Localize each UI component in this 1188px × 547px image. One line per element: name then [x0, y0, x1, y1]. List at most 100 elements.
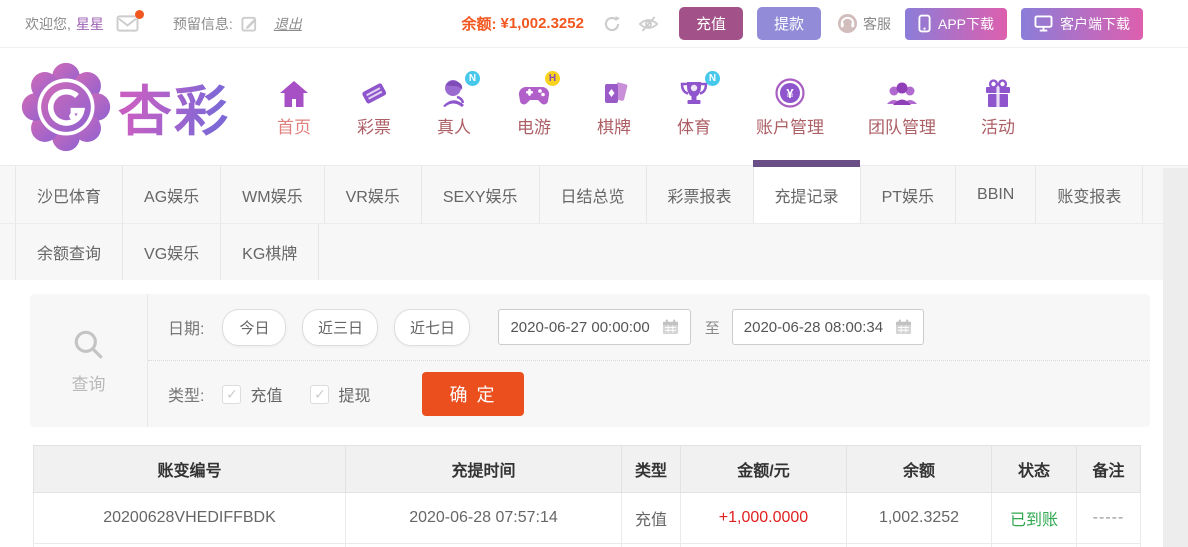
balance-value: ¥1,002.3252 — [500, 15, 584, 32]
badge-n: N — [705, 71, 720, 86]
edit-icon[interactable] — [241, 15, 258, 32]
col-balance: 余额 — [846, 445, 992, 493]
logout-link[interactable]: 退出 — [274, 14, 302, 34]
nav-account[interactable]: ¥ 账户管理 — [752, 75, 828, 138]
nav-activity[interactable]: 活动 — [976, 75, 1020, 138]
tab-vg[interactable]: VG娱乐 — [122, 224, 220, 280]
live-person-icon: N — [436, 71, 480, 109]
username-link[interactable]: 星星 — [76, 14, 104, 34]
client-download-button[interactable]: 客户端下载 — [1021, 7, 1143, 40]
nav-egames[interactable]: H 电游 — [512, 71, 560, 138]
nav-activity-label: 活动 — [981, 118, 1015, 137]
nav-lottery[interactable]: 彩票 — [352, 75, 396, 138]
tab-vr[interactable]: VR娱乐 — [323, 166, 421, 223]
tab-sexy[interactable]: SEXY娱乐 — [420, 166, 539, 223]
coin-icon: ¥ — [772, 75, 808, 109]
cell-change-id: 20200628VHEDIFFBDK — [33, 492, 346, 544]
app-download-label: APP下载 — [937, 15, 994, 32]
refresh-icon[interactable] — [602, 14, 622, 34]
cell-status: 已到账 — [991, 492, 1077, 544]
topbar-actions: 余额: ¥1,002.3252 充值 提款 客服 APP下载 客户端下载 — [462, 7, 1143, 40]
date-to-input[interactable]: 2020-06-28 08:00:34 — [731, 309, 925, 345]
ticket-icon — [356, 75, 392, 109]
cell-amount: +1,000.0000 — [680, 492, 847, 544]
tab-row-2: 余额查询 VG娱乐 KG棋牌 — [0, 223, 1188, 280]
app-download-button[interactable]: APP下载 — [904, 7, 1007, 40]
cell-balance: 1,002.3252 — [846, 492, 992, 544]
date-filter-row: 日期: 今日 近三日 近七日 2020-06-27 00:00:00 至 202… — [148, 294, 1150, 361]
tab-daily-summary[interactable]: 日结总览 — [538, 166, 646, 223]
nav-sports[interactable]: N 体育 — [672, 71, 720, 138]
range-today-button[interactable]: 今日 — [222, 308, 287, 346]
gift-icon — [980, 75, 1016, 109]
date-from-input[interactable]: 2020-06-27 00:00:00 — [498, 309, 691, 345]
cell-time: 2020-06-28 07:57:14 — [345, 492, 622, 544]
confirm-button[interactable]: 确 定 — [422, 372, 524, 416]
main-nav: 首页 彩票 N 真人 H 电游 棋牌 N 体育 ¥ 账户管理 团队管理 活动 — [272, 71, 1020, 138]
range-7days-button[interactable]: 近七日 — [394, 308, 471, 346]
logo-flower-icon — [21, 62, 111, 151]
phone-icon — [918, 14, 931, 33]
checkbox-withdraw-label: 提现 — [338, 388, 371, 405]
mail-icon[interactable] — [116, 10, 144, 33]
nav-home[interactable]: 首页 — [272, 75, 316, 138]
reserved-info-label: 预留信息: — [172, 15, 233, 32]
recharge-button[interactable]: 充值 — [678, 7, 743, 40]
tab-account-change-report[interactable]: 账变报表 — [1035, 166, 1142, 223]
records-table: 账变编号 充提时间 类型 金额/元 余额 状态 备注 20200628VHEDI… — [33, 445, 1141, 547]
notification-dot — [134, 10, 144, 19]
gamepad-icon: H — [516, 71, 560, 109]
nav-team-label: 团队管理 — [868, 118, 936, 137]
cell-type: 充值 — [621, 492, 681, 544]
nav-sports-label: 体育 — [677, 118, 711, 137]
nav-home-label: 首页 — [277, 118, 311, 137]
balance-label: 余额: — [461, 16, 497, 33]
nav-lottery-label: 彩票 — [357, 118, 391, 137]
badge-n: N — [465, 71, 480, 86]
badge-h: H — [545, 71, 560, 86]
withdraw-button[interactable]: 提款 — [756, 7, 821, 40]
search-icon — [74, 330, 103, 359]
tab-kg[interactable]: KG棋牌 — [220, 224, 320, 280]
table-row-partial — [33, 543, 1141, 547]
checkbox-recharge-box[interactable]: ✓ — [222, 384, 242, 404]
nav-chess[interactable]: 棋牌 — [592, 75, 636, 138]
service-label: 客服 — [862, 15, 891, 32]
nav-live[interactable]: N 真人 — [432, 71, 480, 138]
site-logo[interactable]: 杏彩 — [20, 61, 230, 153]
tab-wm[interactable]: WM娱乐 — [220, 166, 323, 223]
checkbox-recharge[interactable]: ✓ 充值 — [222, 382, 282, 406]
query-label: 查询 — [71, 374, 106, 394]
calendar-icon[interactable] — [895, 319, 912, 335]
date-from-value: 2020-06-27 00:00:00 — [510, 318, 650, 336]
calendar-icon[interactable] — [662, 319, 679, 335]
checkbox-withdraw-box[interactable]: ✓ — [310, 384, 330, 404]
tab-bbin[interactable]: BBIN — [955, 166, 1035, 223]
tab-shaba-sports[interactable]: 沙巴体育 — [15, 166, 122, 223]
checkbox-recharge-label: 充值 — [250, 388, 283, 405]
trophy-icon: N — [676, 71, 720, 109]
cards-icon — [596, 75, 632, 109]
nav-team[interactable]: 团队管理 — [864, 75, 940, 138]
tab-ag[interactable]: AG娱乐 — [122, 166, 220, 223]
nav-egames-label: 电游 — [517, 118, 551, 137]
monitor-icon — [1034, 15, 1053, 32]
table-row: 20200628VHEDIFFBDK 2020-06-28 07:57:14 充… — [33, 492, 1141, 544]
tab-balance-query[interactable]: 余额查询 — [15, 224, 122, 280]
tab-deposit-withdraw-records[interactable]: 充提记录 — [752, 160, 860, 223]
checkbox-withdraw[interactable]: ✓ 提现 — [310, 382, 370, 406]
records-table-wrap: 账变编号 充提时间 类型 金额/元 余额 状态 备注 20200628VHEDI… — [33, 445, 1141, 547]
welcome-text: 欢迎您, — [25, 15, 71, 32]
tab-lottery-report[interactable]: 彩票报表 — [645, 166, 753, 223]
col-status: 状态 — [991, 445, 1077, 493]
nav-chess-label: 棋牌 — [597, 118, 631, 137]
range-3days-button[interactable]: 近三日 — [302, 308, 379, 346]
filter-panel: 查询 日期: 今日 近三日 近七日 2020-06-27 00:00:00 至 … — [30, 294, 1150, 427]
team-icon — [884, 75, 920, 109]
scrollbar-track[interactable] — [1163, 168, 1188, 547]
customer-service[interactable]: 客服 — [837, 13, 891, 34]
to-label: 至 — [704, 319, 720, 337]
eye-off-icon[interactable] — [638, 15, 659, 33]
col-amount: 金额/元 — [680, 445, 847, 493]
tab-pt[interactable]: PT娱乐 — [859, 166, 955, 223]
